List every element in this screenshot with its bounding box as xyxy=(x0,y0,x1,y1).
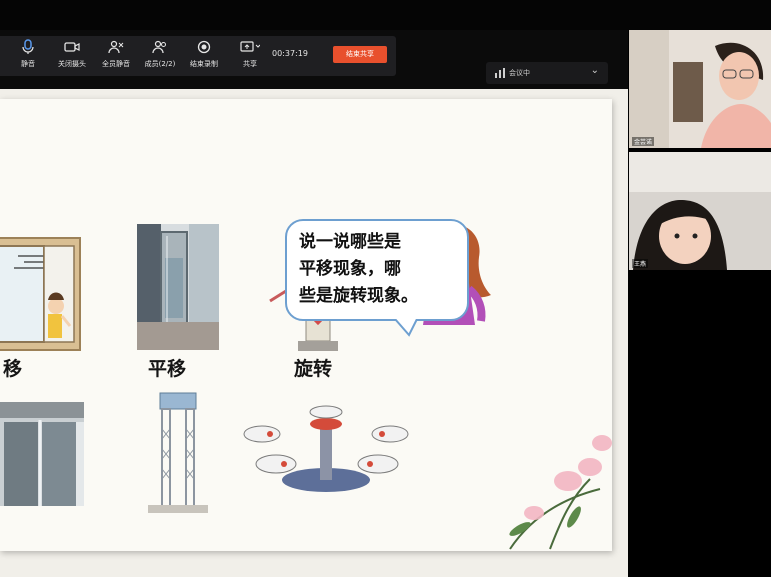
meeting-status-dropdown[interactable]: 会议中 ⌄ xyxy=(486,62,608,84)
mute-all-button[interactable]: 全员静音 xyxy=(94,39,138,73)
stop-recording-button[interactable]: 结束录制 xyxy=(182,39,226,73)
meeting-timer: 00:37:19 xyxy=(272,49,308,58)
camera-off-label: 关闭摄头 xyxy=(58,60,86,68)
stop-recording-label: 结束录制 xyxy=(190,60,218,68)
camera-icon xyxy=(50,39,94,59)
camera-off-button[interactable]: 关闭摄头 xyxy=(50,39,94,73)
signal-bars-icon xyxy=(495,68,505,78)
ride-label: 旋转 xyxy=(294,358,333,380)
members-button[interactable]: 成员(2/2) xyxy=(138,39,182,73)
airplane-ride-illustration xyxy=(243,405,409,492)
top-bar xyxy=(0,0,771,30)
chevron-down-icon: ⌄ xyxy=(590,65,599,76)
end-share-button[interactable]: 结束共享 xyxy=(333,46,387,63)
speech-bubble-tail xyxy=(394,319,418,337)
participant-name: 王燕 xyxy=(632,259,649,268)
mute-label: 静音 xyxy=(21,60,35,68)
shared-slide: 移 平移 旋转 说一说哪些是 平移现象，哪 些是旋转现象。 xyxy=(0,89,628,577)
speech-bubble: 说一说哪些是 平移现象，哪 些是旋转现象。 xyxy=(285,219,469,337)
meeting-status-text: 会议中 xyxy=(509,69,530,77)
participant-video-tile[interactable]: 金芸诺 xyxy=(629,30,771,148)
participant-video-tile[interactable]: 王燕 xyxy=(629,152,771,270)
meeting-toolbar: 静音 关闭摄头 全员静音 成员(2/2) 结束录制 共享 00:37:19 结束… xyxy=(0,36,396,76)
participant-name: 金芸诺 xyxy=(632,137,655,146)
share-screen-icon xyxy=(228,39,272,59)
elevator-label: 平移 xyxy=(148,358,187,380)
users-mute-icon xyxy=(94,39,138,59)
sliding-window-illustration xyxy=(0,237,81,351)
share-button[interactable]: 共享 xyxy=(228,39,272,73)
members-label: 成员(2/2) xyxy=(144,60,176,68)
participant-video-feed xyxy=(629,152,771,270)
share-label: 共享 xyxy=(243,60,257,68)
drop-tower-illustration xyxy=(148,392,208,513)
mute-all-label: 全员静音 xyxy=(102,60,130,68)
record-stop-icon xyxy=(182,39,226,59)
slide-page: 移 平移 旋转 说一说哪些是 平移现象，哪 些是旋转现象。 xyxy=(0,99,612,551)
speech-bubble-text: 说一说哪些是 平移现象，哪 些是旋转现象。 xyxy=(299,232,418,306)
revolving-door-illustration xyxy=(0,402,84,506)
microphone-icon xyxy=(6,39,50,59)
mute-button[interactable]: 静音 xyxy=(6,39,50,73)
participant-video-feed xyxy=(629,30,771,148)
glass-elevator-illustration xyxy=(137,224,219,350)
window-label: 移 xyxy=(3,358,23,380)
participant-video-panel: 金芸诺 王燕 xyxy=(628,30,771,577)
decorative-flowers xyxy=(509,435,612,550)
members-icon xyxy=(138,39,182,59)
